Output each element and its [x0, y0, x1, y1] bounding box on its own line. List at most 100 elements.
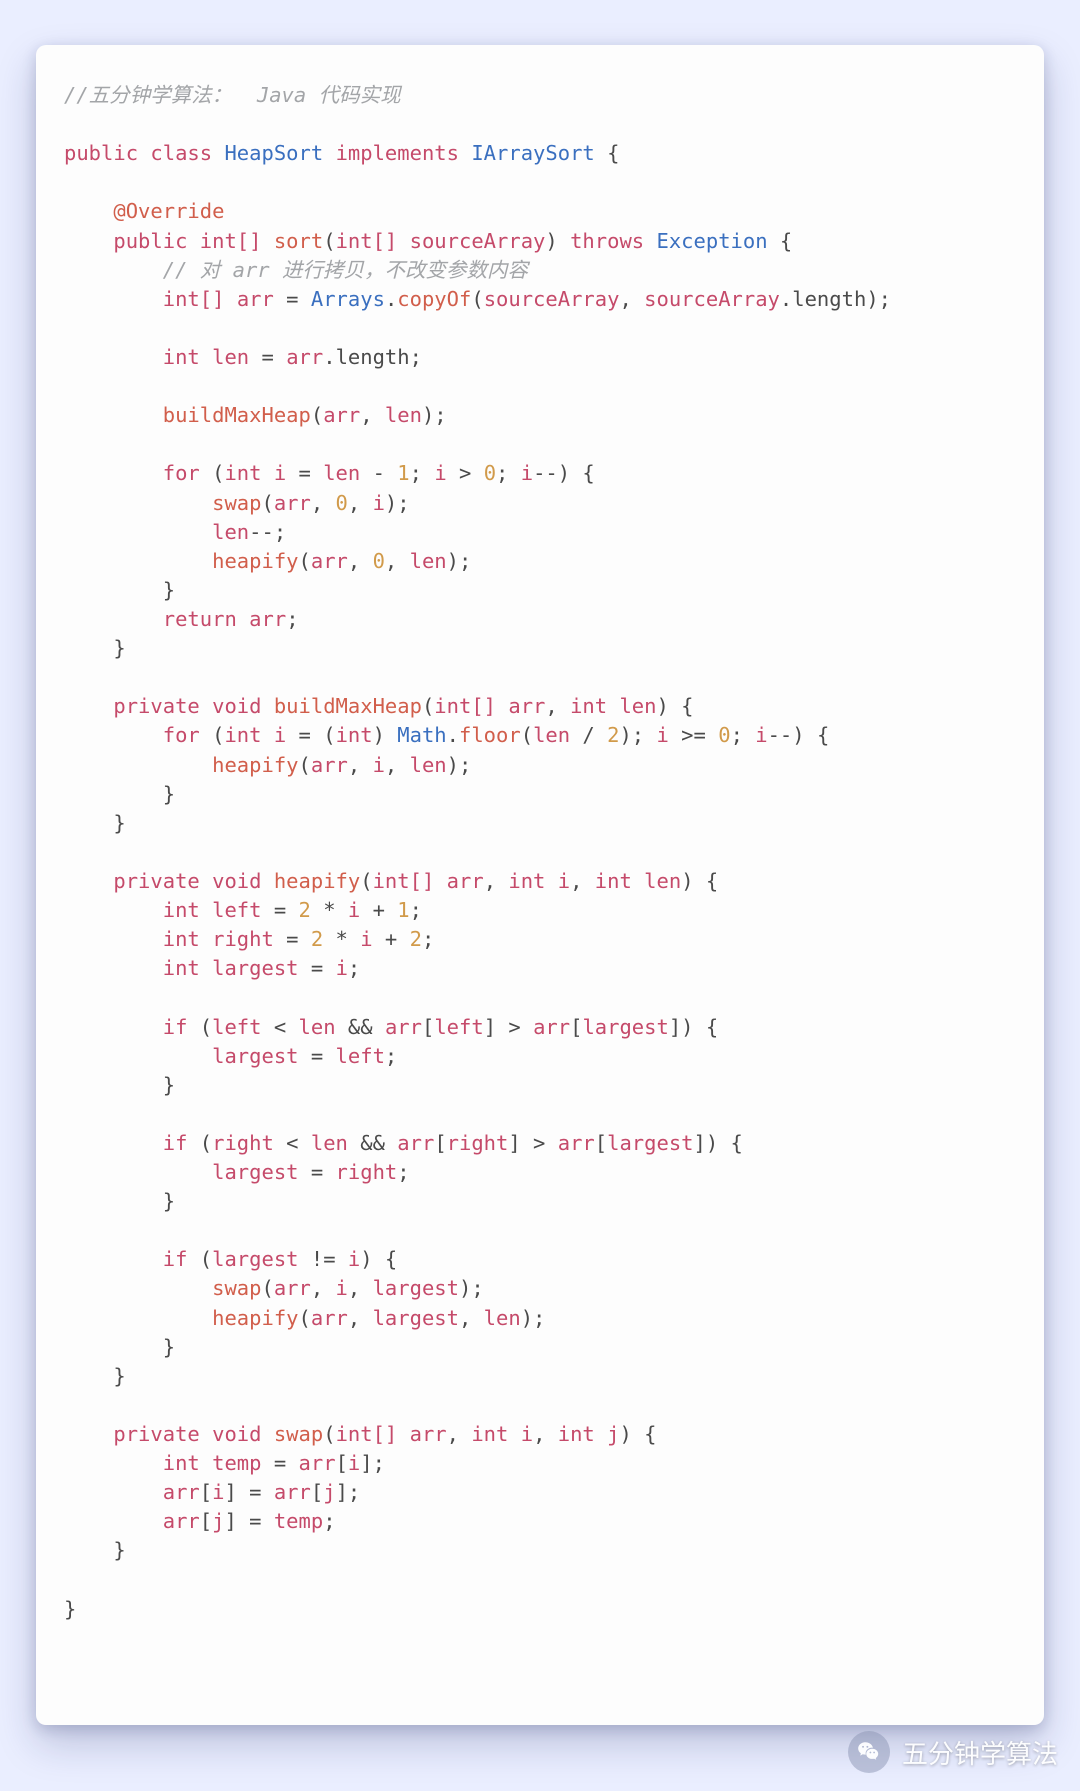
var-largest: largest: [212, 1160, 298, 1184]
cls-math: Math: [397, 723, 446, 747]
var-len: len: [619, 694, 656, 718]
var-left: left: [434, 1015, 483, 1039]
var-arr: arr: [508, 694, 545, 718]
fn-swap: swap: [274, 1422, 323, 1446]
var-j: j: [607, 1422, 619, 1446]
kw-int: int: [163, 956, 200, 980]
num-2: 2: [410, 927, 422, 951]
var-arr: arr: [163, 1480, 200, 1504]
kw-void: void: [212, 694, 261, 718]
var-i: i: [657, 723, 669, 747]
kw-private: private: [113, 694, 199, 718]
num-2: 2: [311, 927, 323, 951]
var-largest: largest: [212, 956, 298, 980]
var-arr: arr: [163, 1509, 200, 1533]
var-arr: arr: [274, 1480, 311, 1504]
code-card: //五分钟学算法： Java 代码实现 public class HeapSor…: [36, 45, 1044, 1725]
fn-sort: sort: [274, 229, 323, 253]
kw-int: int: [163, 927, 200, 951]
watermark-text: 五分钟学算法: [902, 1734, 1058, 1771]
kw-int-arr: int[]: [336, 229, 398, 253]
kw-if: if: [163, 1247, 188, 1271]
var-arr: arr: [286, 345, 323, 369]
var-right: right: [336, 1160, 398, 1184]
var-arr: arr: [397, 1131, 434, 1155]
cls-exception: Exception: [656, 229, 767, 253]
kw-void: void: [212, 1422, 261, 1446]
var-sourcearray: sourceArray: [484, 287, 620, 311]
cls-arrays: Arrays: [311, 287, 385, 311]
var-len: len: [323, 461, 360, 485]
var-len: len: [484, 1306, 521, 1330]
kw-public: public: [113, 229, 187, 253]
code-block: //五分钟学算法： Java 代码实现 public class HeapSor…: [64, 81, 1016, 1624]
kw-return: return: [163, 607, 237, 631]
var-i: i: [434, 461, 446, 485]
fn-floor: floor: [459, 723, 521, 747]
var-largest: largest: [212, 1247, 298, 1271]
var-arr: arr: [385, 1015, 422, 1039]
var-temp: temp: [274, 1509, 323, 1533]
wechat-icon: [848, 1731, 890, 1773]
comment-header: //五分钟学算法： Java 代码实现: [64, 83, 401, 107]
var-largest: largest: [373, 1306, 459, 1330]
var-i: i: [755, 723, 767, 747]
var-i: i: [558, 869, 570, 893]
var-temp: temp: [212, 1451, 261, 1475]
num-0: 0: [336, 491, 348, 515]
kw-int: int: [163, 898, 200, 922]
var-largest: largest: [607, 1131, 693, 1155]
kw-int-arr: int[]: [373, 869, 435, 893]
var-right: right: [447, 1131, 509, 1155]
var-largest: largest: [373, 1276, 459, 1300]
kw-int-arr: int[]: [200, 229, 262, 253]
kw-private: private: [113, 1422, 199, 1446]
id-length: length: [336, 345, 410, 369]
fn-swap: swap: [212, 1276, 261, 1300]
var-len: len: [533, 723, 570, 747]
var-j: j: [212, 1509, 224, 1533]
kw-int-arr: int[]: [434, 694, 496, 718]
var-len: len: [311, 1131, 348, 1155]
an-override: @Override: [113, 199, 224, 223]
var-len: len: [410, 549, 447, 573]
kw-private: private: [113, 869, 199, 893]
num-2: 2: [607, 723, 619, 747]
fn-copyof: copyOf: [397, 287, 471, 311]
num-0: 0: [718, 723, 730, 747]
id-length: length: [792, 287, 866, 311]
comment-copy: // 对 arr 进行拷贝，不改变参数内容: [163, 258, 528, 282]
fn-swap: swap: [212, 491, 261, 515]
kw-int: int: [471, 1422, 508, 1446]
var-arr: arr: [311, 753, 348, 777]
var-arr: arr: [299, 1451, 336, 1475]
kw-int: int: [508, 869, 545, 893]
var-right: right: [212, 927, 274, 951]
var-i: i: [348, 1451, 360, 1475]
var-arr: arr: [410, 1422, 447, 1446]
var-arr: arr: [237, 287, 274, 311]
num-2: 2: [299, 898, 311, 922]
fn-buildmaxheap: buildMaxHeap: [163, 403, 311, 427]
var-i: i: [212, 1480, 224, 1504]
var-j: j: [323, 1480, 335, 1504]
var-i: i: [521, 1422, 533, 1446]
kw-int-arr: int[]: [336, 1422, 398, 1446]
num-0: 0: [373, 549, 385, 573]
fn-heapify: heapify: [212, 753, 298, 777]
kw-for: for: [163, 461, 200, 485]
var-arr: arr: [311, 1306, 348, 1330]
kw-int: int: [224, 461, 261, 485]
kw-void: void: [212, 869, 261, 893]
kw-public: public: [64, 141, 138, 165]
kw-int: int: [163, 345, 200, 369]
var-i: i: [348, 1247, 360, 1271]
fn-heapify: heapify: [274, 869, 360, 893]
kw-if: if: [163, 1131, 188, 1155]
fn-heapify: heapify: [212, 1306, 298, 1330]
num-1: 1: [397, 898, 409, 922]
var-arr: arr: [447, 869, 484, 893]
var-arr: arr: [533, 1015, 570, 1039]
var-sourcearray: sourceArray: [410, 229, 546, 253]
kw-int-arr: int[]: [163, 287, 225, 311]
